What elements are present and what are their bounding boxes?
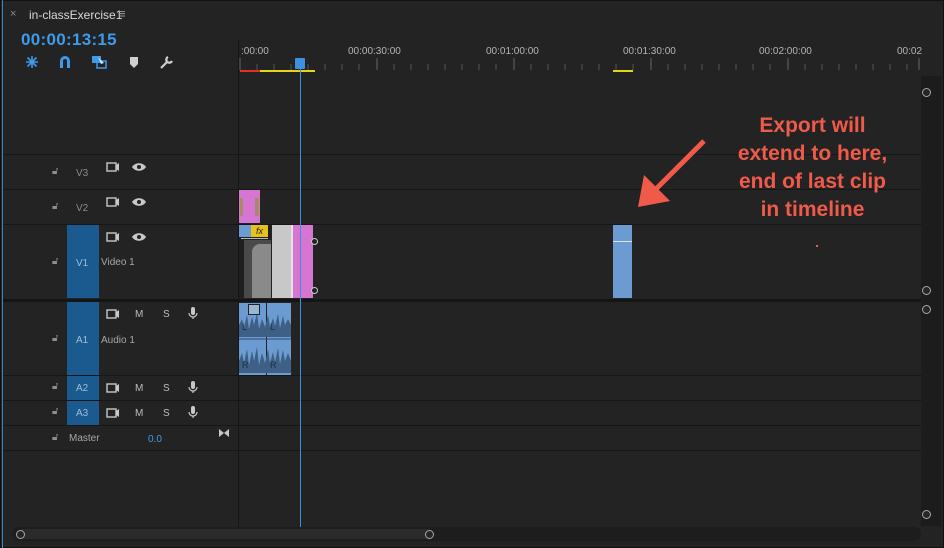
audio-channel-right-label: R — [242, 360, 249, 370]
clip-thumbnail — [255, 198, 259, 216]
solo-button[interactable]: S — [163, 309, 170, 320]
keyframe[interactable] — [311, 238, 318, 245]
ruler-label: 00:02 — [897, 46, 923, 57]
ruler-ticks — [239, 58, 920, 70]
eye-icon[interactable] — [131, 161, 147, 173]
audio-channel-right-label: R — [270, 360, 277, 370]
track-divider — [3, 375, 921, 376]
scroll-knob[interactable] — [922, 286, 931, 295]
track-name-a3[interactable]: A3 — [76, 408, 88, 419]
vertical-scrollbar[interactable] — [921, 76, 941, 526]
lock-icon[interactable]: 🔓︎ — [52, 201, 58, 212]
lock-icon[interactable]: 🔓︎ — [52, 256, 58, 267]
annotation-arrow — [638, 139, 706, 207]
annotation-line: in timeline — [760, 198, 865, 221]
horizontal-scroll-thumb[interactable] — [18, 529, 432, 539]
mute-button[interactable]: M — [135, 408, 143, 419]
audio-channel-left-label: L — [270, 322, 276, 332]
film-icon[interactable] — [106, 196, 120, 208]
film-icon[interactable] — [106, 308, 120, 320]
track-divider — [3, 425, 921, 426]
clip-thumbnail — [252, 244, 271, 298]
annotation-dot — [816, 245, 818, 247]
ruler-label: 00:00:30:00 — [348, 46, 401, 57]
eye-icon[interactable] — [131, 196, 147, 208]
render-bar-yellow — [260, 70, 315, 72]
ruler-label: :00:00 — [241, 46, 269, 57]
sequence-tab-title[interactable]: in-classExercise1 — [29, 8, 122, 22]
mic-icon[interactable] — [188, 380, 198, 394]
playhead-line[interactable] — [300, 64, 301, 528]
video-clip-v1[interactable] — [293, 225, 313, 298]
close-icon[interactable]: × — [10, 8, 16, 20]
marker-icon[interactable] — [126, 54, 144, 70]
film-icon[interactable] — [106, 407, 120, 419]
film-icon[interactable] — [106, 382, 120, 394]
track-name-a1[interactable]: A1 — [76, 335, 88, 346]
annotation-line: end of last clip — [738, 170, 887, 193]
ruler-label: 00:02:00:00 — [759, 46, 812, 57]
scroll-knob[interactable] — [922, 510, 931, 519]
solo-button[interactable]: S — [163, 383, 170, 394]
annotation-text: Export will extend to here, end of last … — [705, 112, 920, 224]
clip-fx-badge — [248, 304, 260, 315]
solo-button[interactable]: S — [163, 408, 170, 419]
panel-focus-border — [2, 0, 3, 548]
clip-label — [239, 225, 251, 237]
linked-selection-icon[interactable] — [90, 54, 108, 70]
keyframe[interactable] — [311, 287, 318, 294]
track-label-audio-1[interactable]: Audio 1 — [101, 335, 135, 346]
mute-button[interactable]: M — [135, 383, 143, 394]
eye-icon[interactable] — [131, 231, 147, 243]
video-clip-v1[interactable] — [272, 225, 291, 298]
fx-badge[interactable]: fx — [251, 225, 268, 237]
snap-icon[interactable] — [23, 54, 41, 70]
wrench-icon[interactable] — [158, 54, 176, 70]
master-volume-value[interactable]: 0.0 — [148, 434, 162, 445]
annotation-line: Export will — [759, 114, 866, 137]
mic-icon[interactable] — [188, 306, 198, 320]
zoom-handle-left[interactable] — [16, 530, 25, 539]
track-divider — [3, 224, 921, 225]
clip-rubberband[interactable] — [241, 238, 268, 239]
lock-icon[interactable]: 🔓︎ — [52, 381, 58, 392]
magnet-icon[interactable] — [56, 54, 74, 70]
master-track-label: Master — [69, 433, 100, 444]
video-audio-divider[interactable] — [3, 299, 921, 302]
timeline-panel — [0, 0, 944, 548]
ruler-label: 00:01:00:00 — [486, 46, 539, 57]
bowtie-icon[interactable] — [218, 428, 230, 438]
lock-icon[interactable]: 🔓︎ — [52, 166, 58, 177]
lock-icon[interactable]: 🔓︎ — [52, 432, 58, 443]
last-video-clip[interactable] — [613, 225, 632, 298]
mic-icon[interactable] — [188, 405, 198, 419]
render-bar-red — [240, 70, 260, 72]
lock-icon[interactable]: 🔓︎ — [52, 333, 58, 344]
audio-channel-left-label: L — [242, 322, 248, 332]
playhead-timecode[interactable]: 00:00:13:15 — [21, 30, 117, 50]
playhead-handle[interactable] — [295, 58, 305, 69]
menu-icon[interactable]: ≡ — [118, 6, 126, 21]
track-divider — [3, 450, 921, 451]
clip-thumbnail — [240, 198, 243, 216]
scroll-knob[interactable] — [922, 305, 931, 314]
track-name-v2[interactable]: V2 — [76, 203, 88, 214]
film-icon[interactable] — [106, 231, 120, 243]
track-divider — [3, 400, 921, 401]
zoom-handle-right[interactable] — [425, 530, 434, 539]
render-bar-yellow — [613, 70, 633, 72]
annotation-line: extend to here, — [737, 142, 888, 165]
mute-button[interactable]: M — [135, 309, 143, 320]
scroll-knob[interactable] — [922, 88, 931, 97]
lock-icon[interactable]: 🔓︎ — [52, 406, 58, 417]
ruler-label: 00:01:30:00 — [623, 46, 676, 57]
clip-rubberband — [613, 241, 632, 242]
track-name-v3[interactable]: V3 — [76, 168, 88, 179]
track-label-video-1[interactable]: Video 1 — [101, 257, 135, 268]
film-icon[interactable] — [106, 161, 120, 173]
track-name-v1[interactable]: V1 — [76, 258, 88, 269]
track-name-a2[interactable]: A2 — [76, 383, 88, 394]
